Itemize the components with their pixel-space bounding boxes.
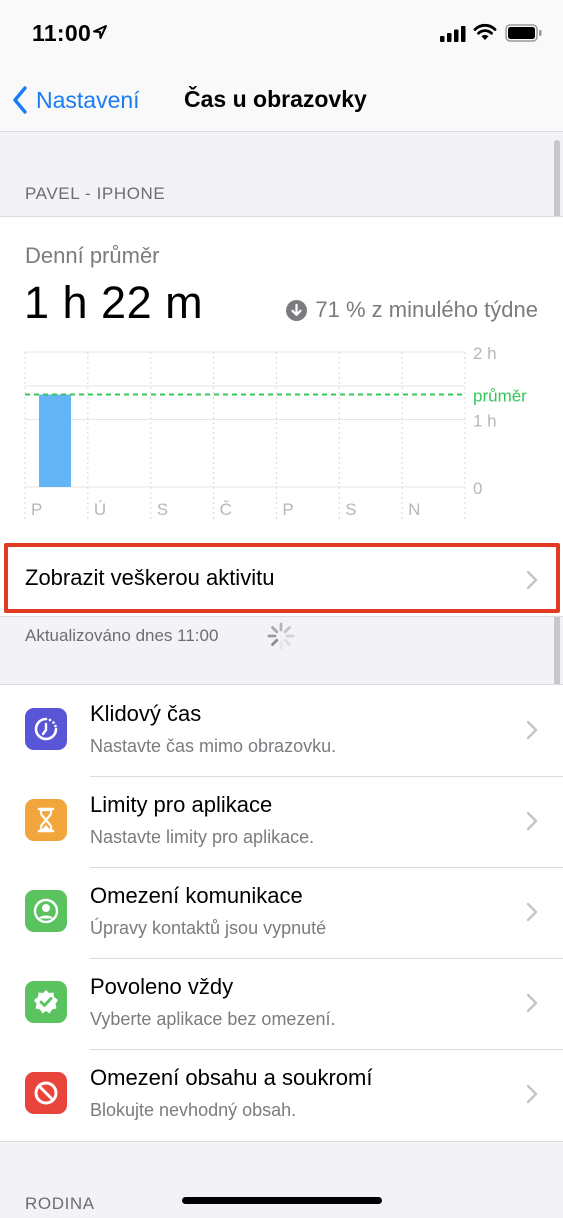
list-item-content-privacy[interactable]: Omezení obsahu a soukromí Blokujte nevho… bbox=[0, 1049, 563, 1141]
cellular-signal-icon bbox=[440, 26, 466, 42]
chart-x-tick-label: N bbox=[408, 500, 420, 519]
chart-bar bbox=[39, 394, 71, 487]
wifi-icon bbox=[473, 23, 497, 40]
arrow-down-circle-icon bbox=[286, 299, 308, 321]
list-item-communication-limits[interactable]: Omezení komunikace Úpravy kontaktů jsou … bbox=[0, 867, 563, 959]
hourglass-icon bbox=[25, 799, 67, 841]
settings-list: Klidový čas Nastavte čas mimo obrazovku.… bbox=[0, 684, 563, 1142]
list-item-subtitle: Úpravy kontaktů jsou vypnuté bbox=[90, 918, 327, 938]
list-item-app-limits[interactable]: Limity pro aplikace Nastavte limity pro … bbox=[0, 776, 563, 868]
list-item-title: Omezení komunikace bbox=[90, 883, 303, 908]
chevron-right-icon bbox=[526, 993, 538, 1013]
section-header-family: RODINA bbox=[25, 1194, 95, 1213]
status-time: 11:00 bbox=[32, 20, 92, 46]
chart-x-tick-label: P bbox=[31, 500, 42, 519]
chevron-right-icon bbox=[526, 1084, 538, 1104]
location-arrow-icon bbox=[93, 25, 107, 39]
list-item-subtitle: Nastavte čas mimo obrazovku. bbox=[90, 736, 337, 756]
home-indicator[interactable] bbox=[182, 1197, 382, 1204]
chart-x-tick-label: S bbox=[157, 500, 168, 519]
chart-x-tick-label: S bbox=[345, 500, 356, 519]
list-item-title: Limity pro aplikace bbox=[90, 792, 273, 817]
navigation-bar: Nastavení Čas u obrazovky bbox=[0, 68, 563, 132]
chart-x-tick-label: Č bbox=[220, 500, 232, 519]
downtime-icon bbox=[25, 708, 67, 750]
list-item-downtime[interactable]: Klidový čas Nastavte čas mimo obrazovku. bbox=[0, 685, 563, 777]
status-bar: 11:00 bbox=[0, 0, 563, 68]
list-item-always-allowed[interactable]: Povoleno vždy Vyberte aplikace bez omeze… bbox=[0, 958, 563, 1050]
show-all-activity-row[interactable]: Zobrazit veškerou aktivitu bbox=[0, 542, 563, 618]
show-all-activity-label: Zobrazit veškerou aktivitu bbox=[25, 565, 275, 590]
list-item-subtitle: Nastavte limity pro aplikace. bbox=[90, 827, 315, 847]
back-button[interactable]: Nastavení bbox=[12, 82, 140, 118]
page-title: Čas u obrazovky bbox=[184, 86, 367, 112]
usage-summary-card: Denní průměr 1 h 22 m 71 % z minulého tý… bbox=[0, 216, 563, 617]
list-item-title: Omezení obsahu a soukromí bbox=[90, 1065, 373, 1090]
chevron-right-icon bbox=[526, 902, 538, 922]
section-header-device: PAVEL - IPHONE bbox=[25, 184, 166, 203]
chevron-right-icon bbox=[526, 811, 538, 831]
chevron-left-icon bbox=[13, 86, 27, 114]
chart-y-tick-label: 0 bbox=[473, 479, 482, 498]
last-updated-text: Aktualizováno dnes 11:00 bbox=[25, 626, 219, 645]
usage-bar-chart: průměr 2 h 1 h 0 P Ú S Č P S N bbox=[24, 344, 527, 522]
checkmark-badge-icon bbox=[25, 981, 67, 1023]
chart-average-label: průměr bbox=[473, 387, 527, 406]
chart-y-tick-label: 1 h bbox=[473, 412, 497, 431]
back-button-label: Nastavení bbox=[36, 86, 140, 113]
chart-x-tick-label: Ú bbox=[94, 500, 106, 519]
contact-icon bbox=[25, 890, 67, 932]
chevron-right-icon bbox=[526, 720, 538, 740]
weekly-change: 71 % z minulého týdne bbox=[286, 297, 538, 323]
daily-average-value: 1 h 22 m bbox=[24, 277, 204, 328]
chart-y-tick-label: 2 h bbox=[473, 344, 497, 363]
list-item-title: Klidový čas bbox=[90, 701, 202, 726]
chevron-right-icon bbox=[526, 570, 538, 590]
list-item-subtitle: Blokujte nevhodný obsah. bbox=[90, 1100, 297, 1120]
restriction-icon bbox=[25, 1072, 67, 1114]
daily-average-label: Denní průměr bbox=[25, 243, 160, 268]
weekly-change-text: 71 % z minulého týdne bbox=[315, 297, 538, 322]
battery-icon bbox=[505, 24, 542, 42]
list-item-subtitle: Vyberte aplikace bez omezení. bbox=[90, 1009, 336, 1029]
chart-x-tick-label: P bbox=[282, 500, 293, 519]
loading-spinner-icon bbox=[267, 622, 295, 650]
list-item-title: Povoleno vždy bbox=[90, 974, 234, 999]
